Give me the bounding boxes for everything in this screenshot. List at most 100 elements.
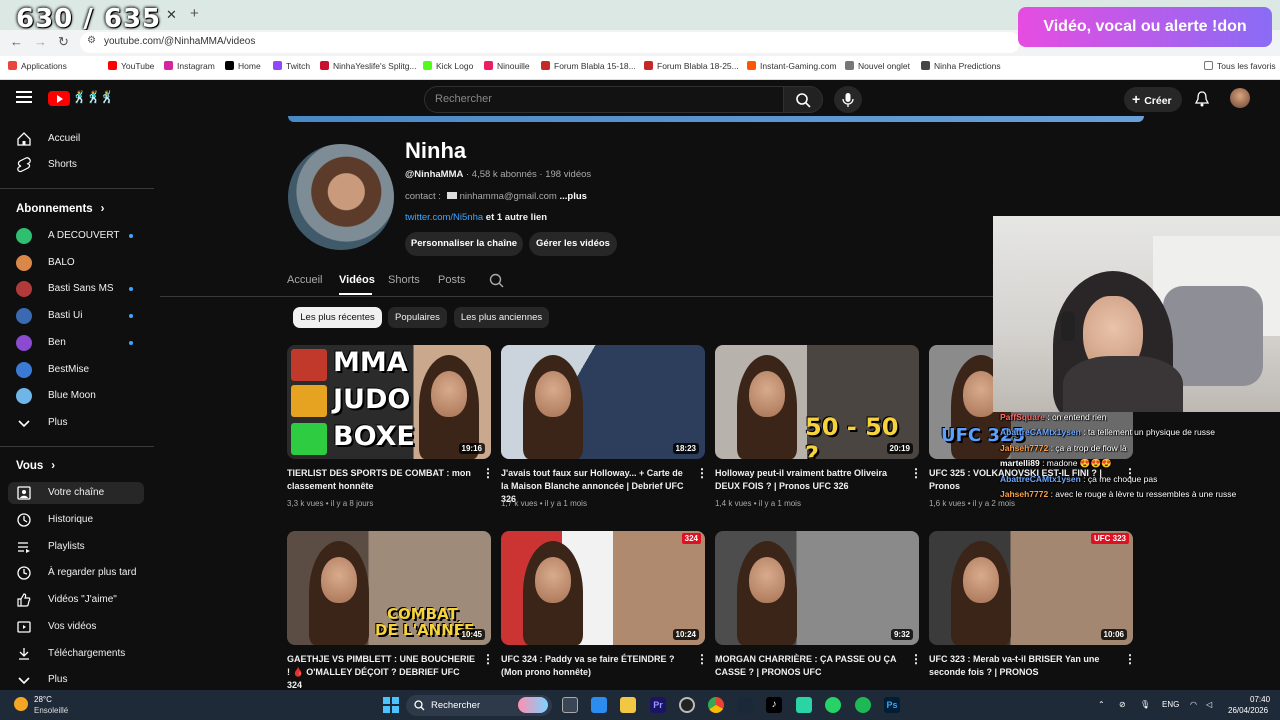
video-title[interactable]: MORGAN CHARRIÈRE : ÇA PASSE OU ÇA CASSE … (715, 653, 905, 679)
subscriptions-more-button[interactable]: Plus (16, 412, 144, 434)
subscription-item[interactable]: A DECOUVERT (16, 225, 144, 247)
tray-chevron-up-icon[interactable]: ⌃ (1098, 700, 1105, 709)
url-text[interactable]: youtube.com/@NinhaMMA/videos (104, 36, 255, 47)
tab-videos[interactable]: Vidéos (339, 274, 375, 286)
more-options-icon[interactable]: ⋮ (910, 466, 922, 480)
video-thumbnail[interactable]: 324 10:24 (501, 531, 705, 645)
description-more-link[interactable]: ...plus (560, 191, 587, 202)
more-options-icon[interactable]: ⋮ (910, 652, 922, 666)
spotify-icon[interactable] (855, 697, 871, 713)
manage-videos-button[interactable]: Gérer les vidéos (529, 232, 617, 256)
more-options-icon[interactable]: ⋮ (1124, 652, 1136, 666)
bookmark-item[interactable]: Nouvel onglet (845, 61, 910, 71)
new-tab-icon[interactable]: + (190, 5, 199, 22)
tiktok-icon[interactable]: ♪ (766, 697, 782, 713)
bookmark-item[interactable]: NinhaYeslife's Splitg... (320, 61, 417, 71)
subscription-item[interactable]: BestMise (16, 359, 144, 381)
sidebar-item-watch-later[interactable]: À regarder plus tard (16, 562, 144, 584)
file-explorer-icon[interactable] (620, 697, 636, 713)
video-thumbnail[interactable]: UFC 323 10:06 (929, 531, 1133, 645)
twitter-link[interactable]: twitter.com/Ni5nha (405, 212, 483, 223)
sidebar-item-shorts[interactable]: Shorts (16, 154, 144, 176)
voice-search-button[interactable] (834, 86, 862, 113)
video-title[interactable]: UFC 323 : Merab va-t-il BRISER Yan une s… (929, 653, 1119, 679)
video-thumbnail[interactable]: 50 - 50 ? 20:19 (715, 345, 919, 459)
back-icon[interactable]: ← (10, 34, 23, 49)
subscription-item[interactable]: Ben (16, 332, 144, 354)
close-tab-icon[interactable]: ✕ (166, 7, 177, 23)
reload-icon[interactable]: ↻ (58, 34, 69, 50)
sun-icon[interactable] (14, 697, 28, 711)
task-view-icon[interactable] (562, 697, 578, 713)
video-thumbnail[interactable]: COMBAT DE L'ANNÉE 10:45 (287, 531, 491, 645)
menu-icon[interactable] (16, 91, 32, 103)
sidebar-item-home[interactable]: Accueil (16, 128, 144, 150)
create-button[interactable]: + Créer (1124, 87, 1182, 112)
customize-channel-button[interactable]: Personnaliser la chaîne (405, 232, 523, 256)
subscriptions-section-title[interactable]: Abonnements › (16, 203, 105, 215)
sidebar-item-channel[interactable]: Votre chaîne (8, 482, 144, 504)
subscription-item[interactable]: BALO (16, 252, 144, 274)
clock-date[interactable]: 26/04/2026 (1228, 706, 1268, 715)
sidebar-item-like[interactable]: Vidéos "J'aime" (16, 589, 144, 611)
bookmark-item[interactable]: YouTube (108, 61, 154, 71)
more-options-icon[interactable]: ⋮ (482, 466, 494, 480)
subscription-item[interactable]: Blue Moon (16, 385, 144, 407)
account-avatar[interactable] (1230, 88, 1250, 108)
filter-chip-recent[interactable]: Les plus récentes (293, 307, 382, 328)
channel-links[interactable]: twitter.com/Ni5nha et 1 autre lien (405, 212, 547, 223)
more-options-icon[interactable]: ⋮ (482, 652, 494, 666)
bookmark-item[interactable]: Applications (8, 61, 67, 71)
tray-network-off-icon[interactable]: ⊘ (1119, 700, 1126, 709)
bookmark-item[interactable]: Ninouille (484, 61, 530, 71)
weather-description[interactable]: Ensoleillé (34, 706, 68, 715)
steam-icon[interactable] (737, 697, 753, 713)
more-links[interactable]: et 1 autre lien (483, 212, 547, 223)
bookmark-item[interactable]: Twitch (273, 61, 310, 71)
video-title[interactable]: UFC 324 : Paddy va se faire ÉTEINDRE ? (… (501, 653, 691, 679)
filter-chip-oldest[interactable]: Les plus anciennes (454, 307, 549, 328)
all-bookmarks[interactable]: Tous les favoris (1204, 61, 1276, 71)
photoshop-icon[interactable]: Ps (884, 697, 900, 713)
forward-icon[interactable]: → (34, 34, 47, 49)
tab-home[interactable]: Accueil (287, 274, 322, 286)
sidebar-item-download[interactable]: Téléchargements (16, 643, 144, 665)
widgets-icon[interactable] (591, 697, 607, 713)
more-options-icon[interactable]: ⋮ (696, 466, 708, 480)
premiere-pro-icon[interactable]: Pr (650, 697, 666, 713)
notifications-bell-icon[interactable] (1194, 91, 1210, 112)
tab-shorts[interactable]: Shorts (388, 274, 420, 286)
sidebar-item-history[interactable]: Historique (16, 509, 144, 531)
weather-temperature[interactable]: 28°C (34, 695, 52, 704)
whatsapp-icon[interactable] (825, 697, 841, 713)
tray-volume-icon[interactable]: ◁ (1206, 700, 1212, 709)
you-more-button[interactable]: Plus (16, 669, 144, 691)
video-title[interactable]: Holloway peut-il vraiment battre Oliveir… (715, 467, 905, 493)
clock-time[interactable]: 07:40 (1250, 695, 1270, 704)
subscription-item[interactable]: Basti Sans MS (16, 278, 144, 300)
bookmark-item[interactable]: Instant-Gaming.com (747, 61, 837, 71)
more-options-icon[interactable]: ⋮ (696, 652, 708, 666)
chrome-icon[interactable] (708, 697, 724, 713)
sidebar-item-your-videos[interactable]: Vos vidéos (16, 616, 144, 638)
video-thumbnail[interactable]: 9:32 (715, 531, 919, 645)
bookmark-item[interactable]: Home (225, 61, 261, 71)
obs-icon[interactable] (679, 697, 695, 713)
bookmark-item[interactable]: Kick Logo (423, 61, 473, 71)
tray-wifi-icon[interactable]: ◠ (1190, 700, 1197, 709)
video-title[interactable]: TIERLIST DES SPORTS DE COMBAT : mon clas… (287, 467, 477, 493)
subscription-item[interactable]: Basti Ui (16, 305, 144, 327)
sidebar-item-playlists[interactable]: Playlists (16, 536, 144, 558)
bookmark-item[interactable]: Forum Blabla 15-18... (541, 61, 636, 71)
bookmark-item[interactable]: Instagram (164, 61, 215, 71)
site-info-icon[interactable]: ⚙ (87, 35, 96, 46)
channel-description[interactable]: contact : ninhamma@gmail.com ...plus (405, 191, 587, 202)
video-thumbnail[interactable]: MMA JUDO BOXE 19:16 (287, 345, 491, 459)
windows-start-icon[interactable] (383, 697, 399, 713)
search-button[interactable] (783, 86, 823, 113)
channel-search-icon[interactable] (489, 273, 505, 289)
video-title[interactable]: GAETHJE VS PIMBLETT : UNE BOUCHERIE ! 🩸 … (287, 653, 477, 692)
you-section-title[interactable]: Vous › (16, 460, 55, 472)
bookmark-item[interactable]: Forum Blabla 18-25... (644, 61, 739, 71)
keyboard-language[interactable]: ENG (1162, 700, 1179, 709)
